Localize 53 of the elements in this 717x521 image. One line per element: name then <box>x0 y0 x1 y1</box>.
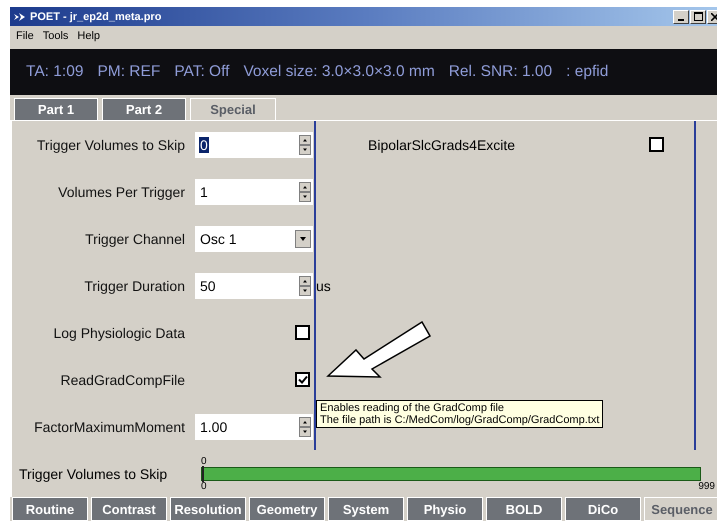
slider-min: 0 <box>201 480 207 492</box>
menu-item[interactable]: Help <box>77 30 100 42</box>
tab[interactable]: Special <box>190 98 276 120</box>
tab[interactable]: Contrast <box>91 497 167 521</box>
spin-field[interactable]: 50 <box>195 272 313 298</box>
window-title: POET - jr_ep2d_meta.pro <box>30 10 162 22</box>
parameter-label: BipolarSlcGrads4Excite <box>368 136 516 152</box>
tab[interactable]: BOLD <box>486 497 562 521</box>
close-icon <box>711 12 717 20</box>
parameter-label: Volumes Per Trigger <box>57 184 185 200</box>
slider-max: 999 <box>698 480 715 492</box>
status-item: PM: REF <box>97 63 160 81</box>
arrow-icon <box>326 321 432 379</box>
status-item: Rel. SNR: 1.00 <box>448 63 552 81</box>
tooltip-line: Enables reading of the GradComp file <box>320 402 506 414</box>
arrows-icon <box>14 12 26 22</box>
checkbox[interactable] <box>649 137 664 152</box>
spin-field[interactable]: 1 <box>195 178 313 204</box>
tab[interactable]: Part 2 <box>102 98 186 120</box>
status-item: TA: 1:09 <box>26 63 84 81</box>
tab[interactable]: Part 1 <box>14 98 98 120</box>
minimize-icon <box>678 18 684 20</box>
tab[interactable]: Resolution <box>170 497 246 521</box>
tab[interactable]: Routine <box>12 497 88 521</box>
tab[interactable]: DiCo <box>565 497 641 521</box>
tab[interactable]: Sequence <box>644 497 717 521</box>
parameter-label: FactorMaximumMoment <box>33 418 185 434</box>
maximize-button[interactable] <box>690 10 706 24</box>
unit-label: us <box>316 278 331 294</box>
maximize-icon <box>694 12 702 21</box>
parameter-label: Trigger Duration <box>83 278 185 294</box>
menu-item[interactable]: Tools <box>42 30 68 42</box>
spin-field[interactable]: 1.00 <box>195 414 313 440</box>
tooltip-line: The file path is C:/MedCom/log/GradComp/GradComp.txt <box>320 414 600 426</box>
parameter-label: Trigger Channel <box>84 230 185 246</box>
status-item: PAT: Off <box>174 63 230 81</box>
slider-label: Trigger Volumes to Skip <box>18 466 168 482</box>
parameter-label: Log Physiologic Data <box>52 324 185 340</box>
tab[interactable]: Geometry <box>249 497 325 521</box>
checkbox[interactable] <box>295 372 310 387</box>
minimize-button[interactable] <box>673 10 689 24</box>
spin-field[interactable]: 0 <box>195 132 313 158</box>
tab[interactable]: Physio <box>407 497 483 521</box>
dropdown[interactable]: Osc 1 <box>195 226 313 252</box>
parameter-label: Trigger Volumes to Skip <box>36 136 185 152</box>
parameter-label: ReadGradCompFile <box>60 372 185 388</box>
status-item: : epfid <box>566 63 608 81</box>
slider-value: 0 <box>201 456 208 466</box>
menu-item[interactable]: File <box>16 30 34 42</box>
slider-track[interactable] <box>201 466 701 480</box>
checkbox[interactable] <box>295 325 310 340</box>
tab[interactable]: System <box>328 497 404 521</box>
status-item: Voxel size: 3.0×3.0×3.0 mm <box>243 63 435 81</box>
